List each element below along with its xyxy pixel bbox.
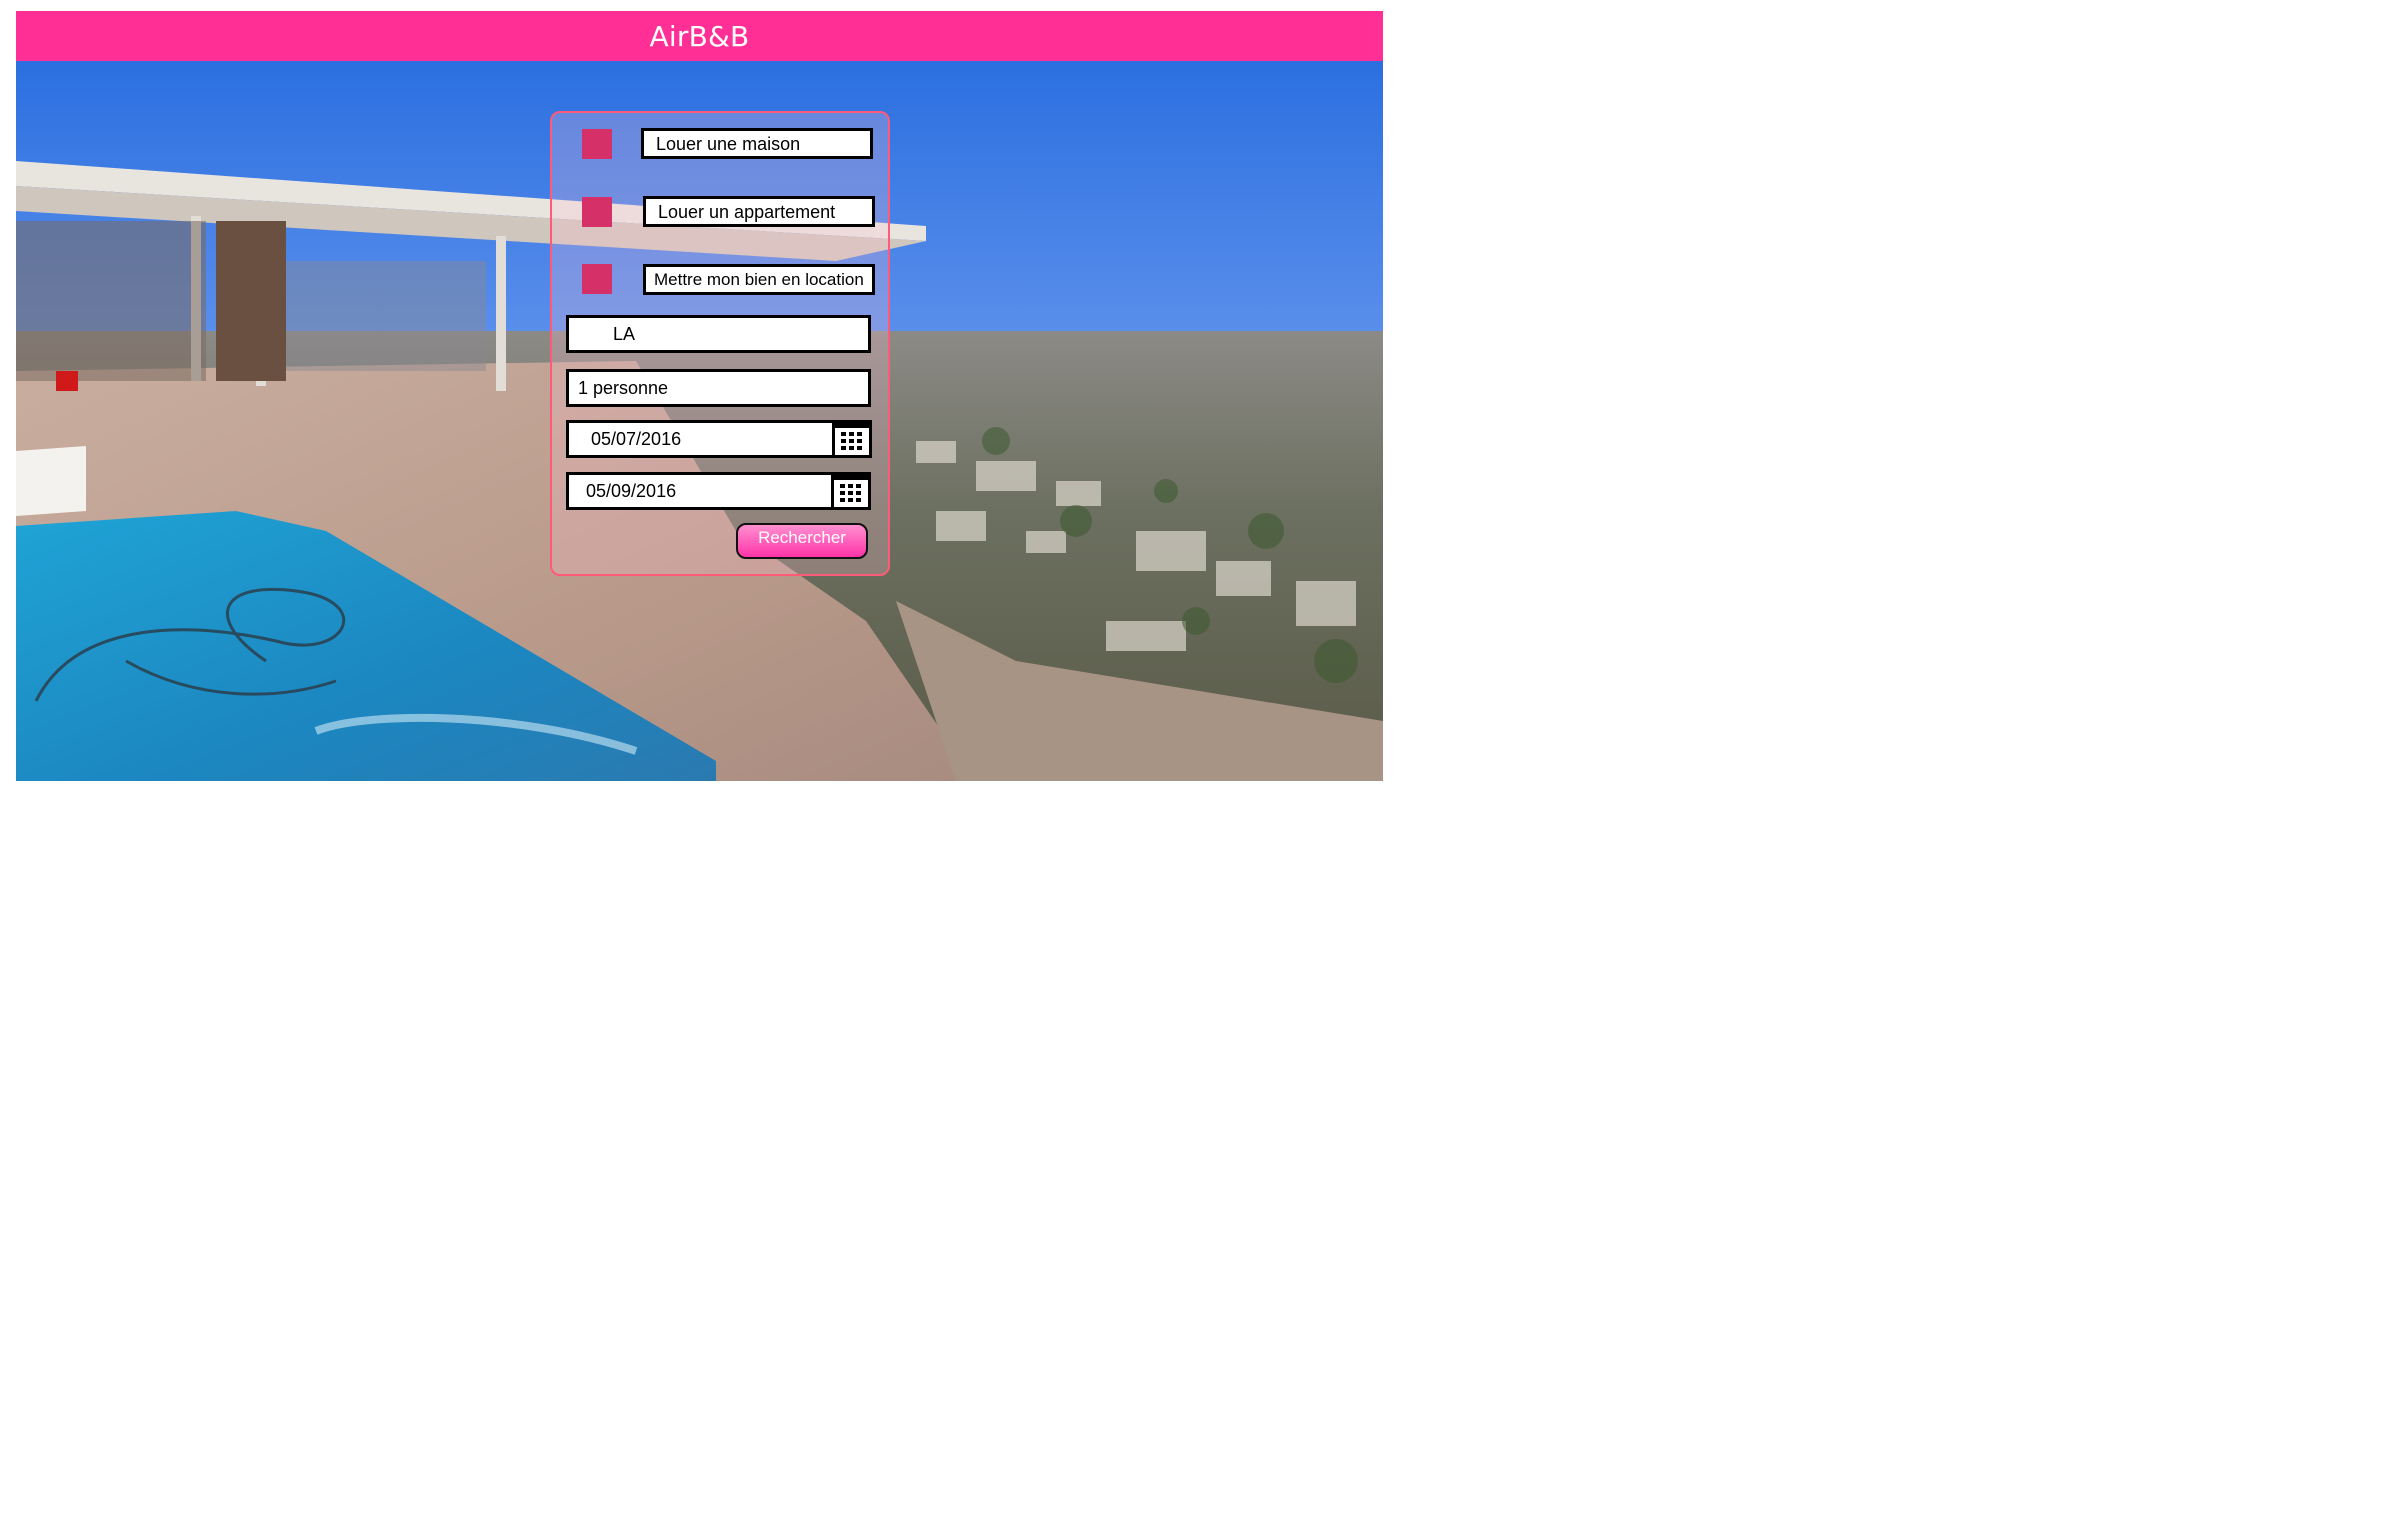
calendar-icon[interactable] (831, 475, 868, 507)
calendar-icon[interactable] (832, 423, 869, 455)
brand-title: AirB&B (649, 19, 750, 53)
start-date-value: 05/07/2016 (591, 429, 682, 449)
app-window: AirB&B Louer une maison Louer un apparte… (16, 11, 1383, 781)
option-checkbox-list-property[interactable] (582, 264, 612, 294)
top-bar: AirB&B (16, 11, 1383, 61)
option-label-list-property[interactable]: Mettre mon bien en location (643, 264, 875, 295)
option-label-house[interactable]: Louer une maison (641, 128, 873, 159)
search-panel: Louer une maison Louer un appartement Me… (550, 111, 890, 576)
option-label-apartment[interactable]: Louer un appartement (643, 196, 875, 227)
end-date-input[interactable]: 05/09/2016 (566, 472, 871, 510)
search-button[interactable]: Rechercher (736, 523, 868, 559)
option-checkbox-house[interactable] (582, 129, 612, 159)
guests-input[interactable]: 1 personne (566, 369, 871, 407)
start-date-input[interactable]: 05/07/2016 (566, 420, 872, 458)
end-date-value: 05/09/2016 (586, 481, 677, 501)
destination-input[interactable]: LA (566, 315, 871, 353)
option-checkbox-apartment[interactable] (582, 197, 612, 227)
